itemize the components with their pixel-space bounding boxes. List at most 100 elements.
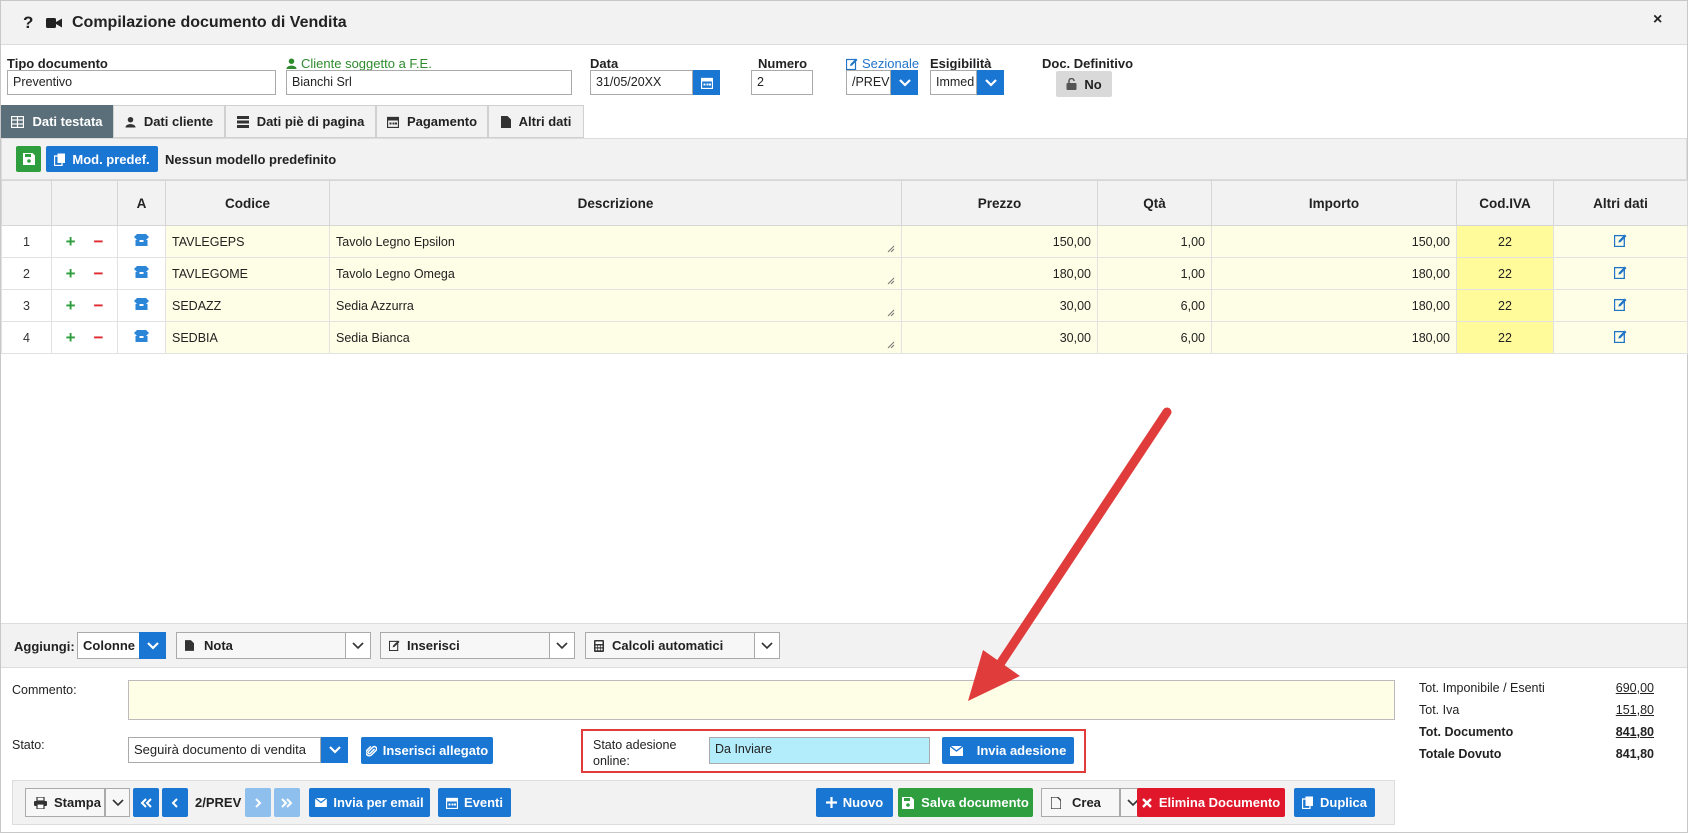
add-row-icon[interactable]: + [66,232,76,251]
article-icon-cell[interactable] [117,321,166,354]
colonne-chevron[interactable] [139,632,166,659]
column-header[interactable]: Importo [1211,180,1457,226]
altri-dati-cell[interactable] [1553,257,1688,290]
tab-altri-dati[interactable]: Altri dati [488,105,584,138]
salva-documento-button[interactable]: Salva documento [898,788,1033,817]
tab-dati-cliente[interactable]: Dati cliente [113,105,225,138]
codice-cell[interactable]: SEDAZZ [165,289,330,322]
resize-grip-icon[interactable] [887,309,895,317]
calendar-button[interactable] [693,70,720,95]
esigibilita-dropdown[interactable] [977,70,1004,95]
article-icon-cell[interactable] [117,257,166,290]
prezzo-cell[interactable]: 180,00 [901,257,1098,290]
cod-iva-cell[interactable]: 22 [1456,289,1554,322]
qta-cell[interactable]: 6,00 [1097,321,1212,354]
descrizione-cell[interactable]: Sedia Azzurra [329,289,902,322]
cliente-field[interactable]: Bianchi Srl [286,70,572,95]
article-icon-cell[interactable] [117,225,166,258]
doc-definitivo-toggle[interactable]: No [1056,71,1112,97]
stampa-dropdown[interactable] [105,788,130,817]
prezzo-cell[interactable]: 30,00 [901,321,1098,354]
codice-cell[interactable]: TAVLEGEPS [165,225,330,258]
cod-iva-cell[interactable]: 22 [1456,321,1554,354]
descrizione-cell[interactable]: Sedia Bianca [329,321,902,354]
nuovo-button[interactable]: Nuovo [816,788,893,817]
crea-button[interactable]: Crea [1041,788,1120,817]
qta-cell[interactable]: 1,00 [1097,225,1212,258]
qta-cell[interactable]: 1,00 [1097,257,1212,290]
table-row[interactable]: 1 + − TAVLEGEPS Tavolo Legno Epsilon 150,00 1,… [1,225,1688,258]
help-icon[interactable]: ? [23,13,33,33]
table-row[interactable]: 3 + − SEDAZZ Sedia Azzurra 30,00 6,00 180,00 22 [1,289,1688,322]
descrizione-cell[interactable]: Tavolo Legno Omega [329,257,902,290]
sezionale-field[interactable]: /PREV [846,70,891,95]
data-field[interactable]: 31/05/20XX [590,70,693,95]
prezzo-cell[interactable]: 150,00 [901,225,1098,258]
tab-dati-pie-di-pagina[interactable]: Dati piè di pagina [225,105,376,138]
calcoli-chevron[interactable] [754,633,779,658]
sezionale-label-wrap[interactable]: Sezionale [846,56,919,71]
inserisci-chevron[interactable] [549,633,574,658]
invia-adesione-button[interactable]: Invia adesione [942,737,1074,764]
tab-dati-testata[interactable]: Dati testata [1,105,113,138]
numero-field[interactable]: 2 [751,70,813,95]
inserisci-allegato-button[interactable]: Inserisci allegato [361,737,493,764]
stato-field[interactable]: Seguirà documento di vendita [128,737,321,763]
column-header[interactable]: Prezzo [901,180,1098,226]
elimina-documento-button[interactable]: Elimina Documento [1137,788,1285,817]
tab-pagamento[interactable]: Pagamento [376,105,488,138]
tipo-documento-field[interactable]: Preventivo [7,70,276,95]
cod-iva-cell[interactable]: 22 [1456,225,1554,258]
video-camera-icon[interactable] [46,17,62,29]
article-icon-cell[interactable] [117,289,166,322]
add-row-icon[interactable]: + [66,296,76,315]
table-row[interactable]: 2 + − TAVLEGOME Tavolo Legno Omega 180,00 1,00… [1,257,1688,290]
resize-grip-icon[interactable] [887,341,895,349]
codice-cell[interactable]: SEDBIA [165,321,330,354]
first-document-button[interactable] [133,788,159,817]
add-row-icon[interactable]: + [66,264,76,283]
column-header[interactable]: Codice [165,180,330,226]
descrizione-cell[interactable]: Tavolo Legno Epsilon [329,225,902,258]
altri-dati-cell[interactable] [1553,225,1688,258]
prezzo-cell[interactable]: 30,00 [901,289,1098,322]
stato-dropdown[interactable] [321,737,348,763]
eventi-button[interactable]: Eventi [438,788,511,817]
nota-dropdown[interactable]: Nota [176,632,371,659]
duplica-button[interactable]: Duplica [1294,788,1375,817]
codice-cell[interactable]: TAVLEGOME [165,257,330,290]
nota-chevron[interactable] [345,633,370,658]
colonne-dropdown[interactable]: Colonne [77,632,166,659]
table-row[interactable]: 4 + − SEDBIA Sedia Bianca 30,00 6,00 180,00 22 [1,321,1688,354]
calcoli-dropdown[interactable]: Calcoli automatici [585,632,780,659]
remove-row-icon[interactable]: − [94,264,104,283]
column-header[interactable]: A [117,180,166,226]
resize-grip-icon[interactable] [887,277,895,285]
remove-row-icon[interactable]: − [94,328,104,347]
close-icon[interactable]: × [1653,11,1662,29]
invia-email-button[interactable]: Invia per email [309,788,430,817]
column-header[interactable]: Altri dati [1553,180,1688,226]
cod-iva-cell[interactable]: 22 [1456,257,1554,290]
column-header[interactable]: Qtà [1097,180,1212,226]
inserisci-dropdown[interactable]: Inserisci [380,632,575,659]
last-document-button[interactable] [274,788,300,817]
remove-row-icon[interactable]: − [94,296,104,315]
add-row-icon[interactable]: + [66,328,76,347]
esigibilita-field[interactable]: Immed [930,70,977,95]
stampa-button[interactable]: Stampa [25,788,105,817]
commento-field[interactable] [128,680,1395,720]
next-document-button[interactable] [245,788,271,817]
mod-predef-button[interactable]: Mod. predef. [46,146,158,172]
column-header[interactable]: Descrizione [329,180,902,226]
sezionale-dropdown[interactable] [891,70,918,95]
altri-dati-cell[interactable] [1553,321,1688,354]
altri-dati-cell[interactable] [1553,289,1688,322]
previous-document-button[interactable] [162,788,188,817]
save-template-button[interactable] [16,146,41,172]
resize-grip-icon[interactable] [887,245,895,253]
row-actions: + − [51,321,118,354]
column-header[interactable]: Cod.IVA [1456,180,1554,226]
qta-cell[interactable]: 6,00 [1097,289,1212,322]
remove-row-icon[interactable]: − [94,232,104,251]
